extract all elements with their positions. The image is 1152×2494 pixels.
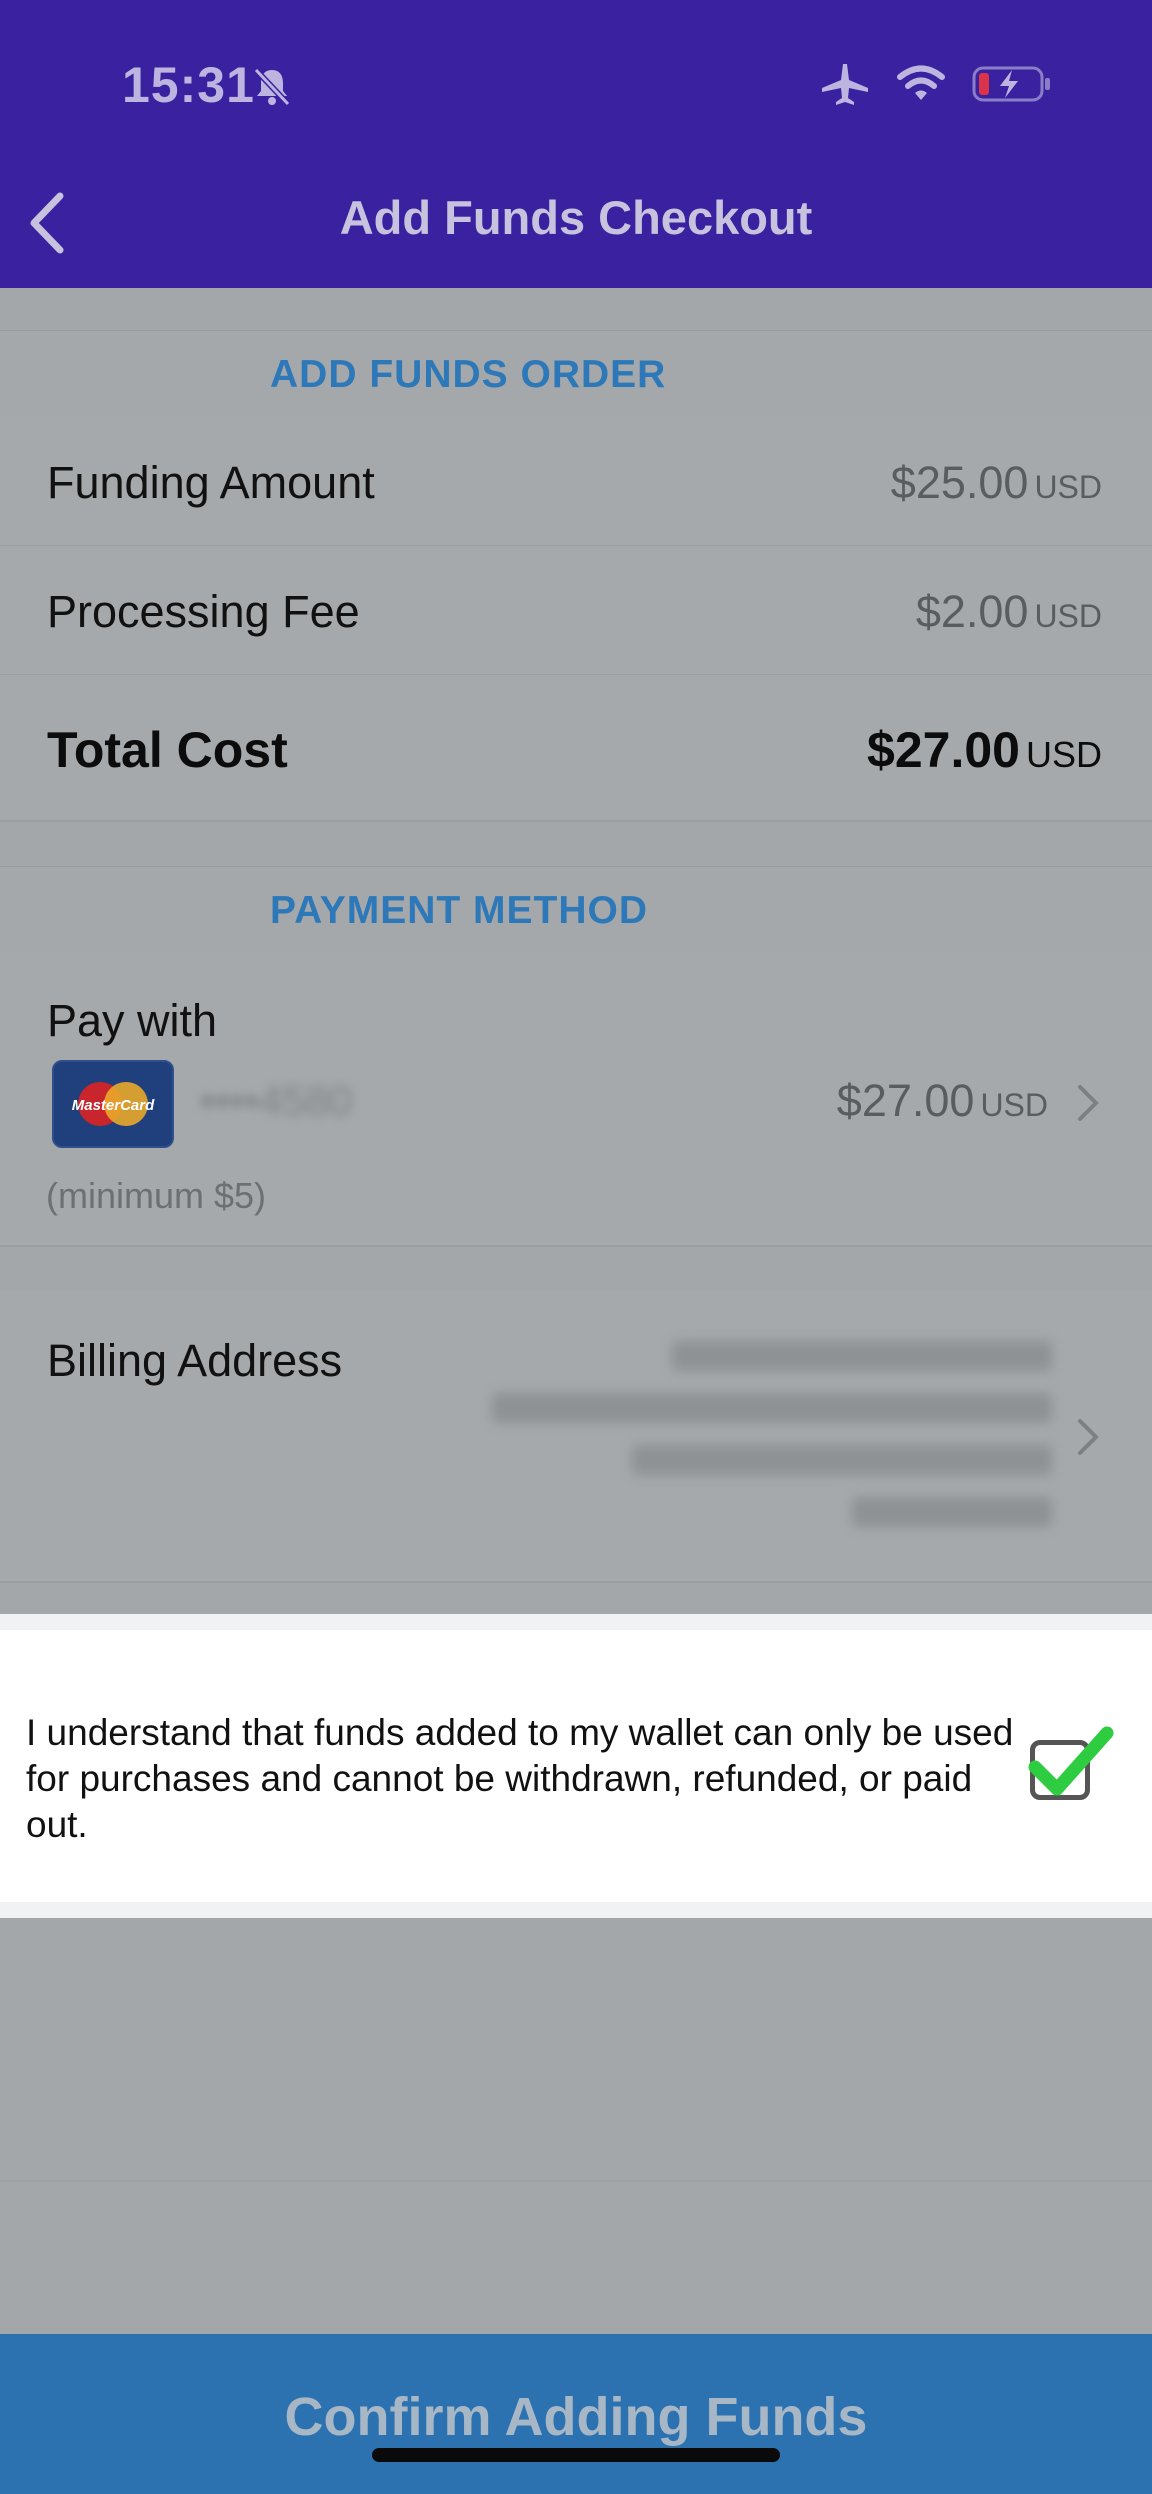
checkmark-icon: [1028, 1726, 1114, 1796]
silent-bell-icon: [253, 67, 291, 107]
app-header: 15:31 Add Funds Checkout: [0, 0, 1152, 288]
consent-text: I understand that funds added to my wall…: [26, 1712, 1014, 1845]
total-cost-row: Total Cost $27.00 USD: [0, 675, 1152, 822]
funding-amount-value: $25.00 USD: [890, 457, 1102, 508]
chevron-right-icon: [1078, 1085, 1099, 1121]
card-brand-label: MasterCard: [72, 1097, 155, 1114]
status-time: 15:31: [122, 57, 255, 113]
home-indicator[interactable]: [372, 2448, 780, 2462]
funding-amount-row: Funding Amount $25.00 USD: [0, 417, 1152, 547]
payment-amount: $27.00 USD: [836, 1075, 1048, 1126]
mastercard-logo: MasterCard: [52, 1060, 174, 1148]
processing-fee-label: Processing Fee: [47, 586, 360, 637]
total-cost-label: Total Cost: [47, 722, 288, 778]
masked-card-number: ••••4580: [200, 1077, 353, 1124]
billing-address-redacted: [492, 1331, 1052, 1531]
processing-fee-row: Processing Fee $2.00 USD: [0, 546, 1152, 676]
chevron-right-icon: [1078, 1419, 1099, 1455]
section-heading-payment: PAYMENT METHOD: [0, 866, 1152, 954]
consent-panel: I understand that funds added to my wall…: [0, 1614, 1152, 1918]
confirm-adding-funds-button[interactable]: Confirm Adding Funds: [0, 2334, 1152, 2494]
minimum-note: (minimum $5): [46, 1175, 267, 1216]
billing-address-row[interactable]: Billing Address: [0, 1291, 1152, 1583]
card-brand-icon: MasterCard: [72, 1082, 155, 1126]
funding-amount-label: Funding Amount: [47, 457, 375, 508]
total-cost-value: $27.00 USD: [867, 722, 1102, 778]
confirm-button-label: Confirm Adding Funds: [284, 2387, 868, 2447]
payment-heading: PAYMENT METHOD: [270, 889, 649, 932]
status-icons: [820, 62, 1052, 106]
battery-charging-icon: [972, 66, 1050, 102]
order-heading: ADD FUNDS ORDER: [270, 353, 667, 396]
section-heading-order: ADD FUNDS ORDER: [0, 330, 1152, 418]
divider: [0, 2180, 1152, 2182]
billing-address-label: Billing Address: [47, 1335, 343, 1386]
page-title: Add Funds Checkout: [339, 191, 813, 244]
wifi-icon: [897, 65, 945, 100]
airplane-icon: [822, 64, 868, 105]
consent-checkbox[interactable]: [1028, 1726, 1114, 1800]
processing-fee-value: $2.00 USD: [915, 586, 1102, 637]
pay-with-label: Pay with: [47, 995, 218, 1046]
